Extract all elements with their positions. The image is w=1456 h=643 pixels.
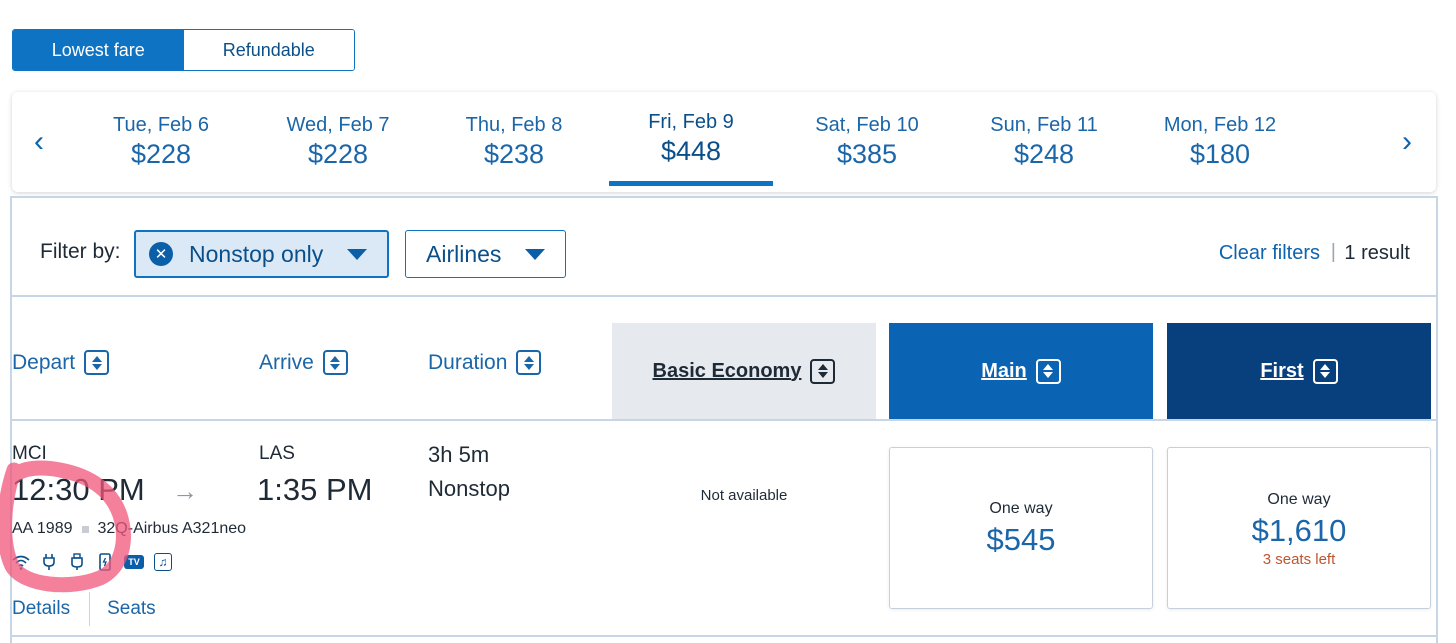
seats-left-badge: 3 seats left: [1262, 551, 1336, 568]
results-panel: Filter by: ✕ Nonstop only Airlines Clear…: [10, 196, 1438, 643]
seats-link[interactable]: Seats: [107, 598, 156, 620]
sort-icon: [1035, 358, 1061, 384]
wifi-icon: [12, 553, 30, 571]
date-label: Sat, Feb 10: [815, 114, 919, 136]
sort-duration-header[interactable]: Duration: [428, 350, 542, 375]
date-option-selected[interactable]: Fri, Feb 9 $448: [609, 111, 773, 186]
date-price: $228: [307, 139, 369, 169]
date-option[interactable]: Tue, Feb 6 $228: [79, 114, 243, 170]
basic-economy-label: Basic Economy: [652, 359, 802, 382]
destination-code: LAS: [259, 443, 295, 464]
aircraft-type: 32Q-Airbus A321neo: [97, 520, 247, 537]
chevron-left-icon[interactable]: ‹: [24, 122, 54, 162]
date-label: Tue, Feb 6: [113, 114, 209, 136]
sort-icon: [322, 350, 348, 375]
trip-type-label: One way: [989, 500, 1053, 517]
first-fare-price: $1,610: [1251, 513, 1347, 548]
airlines-dropdown[interactable]: Airlines: [405, 230, 566, 278]
depart-time: 12:30 PM: [12, 472, 145, 507]
date-option[interactable]: Wed, Feb 7 $228: [256, 114, 420, 170]
divider: [89, 592, 91, 626]
depart-header-label: Depart: [12, 350, 76, 374]
refundable-option[interactable]: Refundable: [183, 30, 354, 70]
airlines-dropdown-label: Airlines: [426, 240, 502, 267]
trip-type-label: One way: [1267, 491, 1331, 508]
arrive-time: 1:35 PM: [257, 472, 373, 507]
first-cabin-header[interactable]: First: [1167, 323, 1431, 419]
sort-icon: [1312, 358, 1338, 384]
stops-label: Nonstop: [428, 476, 510, 501]
arrow-right-icon: →: [172, 476, 198, 506]
date-option[interactable]: Mon, Feb 12 $180: [1138, 114, 1302, 170]
first-cabin-label: First: [1260, 359, 1304, 382]
flight-links: Details Seats: [12, 592, 156, 626]
power-plug-icon: [40, 553, 58, 571]
phone-icon: [96, 553, 114, 571]
date-price: $385: [836, 139, 898, 169]
date-label: Thu, Feb 8: [465, 114, 563, 136]
date-price: $180: [1189, 139, 1251, 169]
origin-code: MCI: [12, 443, 47, 464]
sort-icon: [810, 358, 836, 384]
flight-duration: 3h 5m: [428, 442, 490, 467]
first-fare-card[interactable]: One way $1,610 3 seats left: [1167, 447, 1431, 609]
main-cabin-header[interactable]: Main: [889, 323, 1153, 419]
sort-depart-header[interactable]: Depart: [12, 350, 110, 375]
date-price: $448: [660, 136, 722, 166]
close-icon[interactable]: ✕: [149, 242, 173, 266]
filter-label: Filter by:: [40, 240, 121, 263]
date-label: Wed, Feb 7: [286, 114, 390, 136]
date-option[interactable]: Sun, Feb 11 $248: [962, 114, 1126, 170]
date-label: Sun, Feb 11: [990, 114, 1098, 136]
nonstop-filter-label: Nonstop only: [189, 240, 324, 267]
sort-icon: [516, 350, 542, 375]
divider: [12, 419, 1436, 421]
duration-header-label: Duration: [428, 350, 508, 374]
separator-dot: [81, 525, 89, 533]
result-count: 1 result: [1344, 242, 1410, 264]
chevron-down-icon: [525, 248, 545, 260]
date-label: Mon, Feb 12: [1163, 114, 1277, 136]
sort-icon: [84, 350, 110, 375]
date-price: $238: [483, 139, 545, 169]
clear-filters-link[interactable]: Clear filters: [1219, 242, 1320, 265]
date-price: $228: [130, 139, 192, 169]
usb-icon: [68, 553, 86, 571]
flight-number: AA 1989: [12, 520, 73, 537]
details-link[interactable]: Details: [12, 598, 70, 620]
arrive-header-label: Arrive: [259, 350, 314, 374]
amenities: TV ♫: [12, 553, 172, 571]
date-option[interactable]: Sat, Feb 10 $385: [785, 114, 949, 170]
date-option[interactable]: Thu, Feb 8 $238: [432, 114, 596, 170]
divider: [12, 295, 1436, 297]
flight-info: AA 1989 32Q-Airbus A321neo: [12, 520, 246, 538]
date-label: Fri, Feb 9: [648, 111, 734, 133]
sort-arrive-header[interactable]: Arrive: [259, 350, 348, 375]
divider: [12, 635, 1436, 637]
basic-economy-unavailable: Not available: [700, 487, 788, 504]
music-icon: ♫: [154, 553, 172, 571]
basic-economy-header[interactable]: Basic Economy: [612, 323, 876, 419]
lowest-fare-option[interactable]: Lowest fare: [13, 30, 184, 70]
tv-icon: TV: [124, 555, 144, 569]
divider: |: [1330, 241, 1336, 263]
fare-type-toggle: Lowest fare Refundable: [12, 29, 355, 71]
nonstop-filter-chip[interactable]: ✕ Nonstop only: [134, 230, 389, 278]
main-fare-price: $545: [986, 522, 1056, 557]
main-cabin-label: Main: [981, 359, 1027, 382]
date-carousel: ‹ Tue, Feb 6 $228 Wed, Feb 7 $228 Thu, F…: [12, 92, 1436, 192]
chevron-down-icon: [347, 248, 367, 260]
date-price: $248: [1013, 139, 1075, 169]
main-fare-card[interactable]: One way $545: [889, 447, 1153, 609]
chevron-right-icon[interactable]: ›: [1392, 122, 1422, 162]
